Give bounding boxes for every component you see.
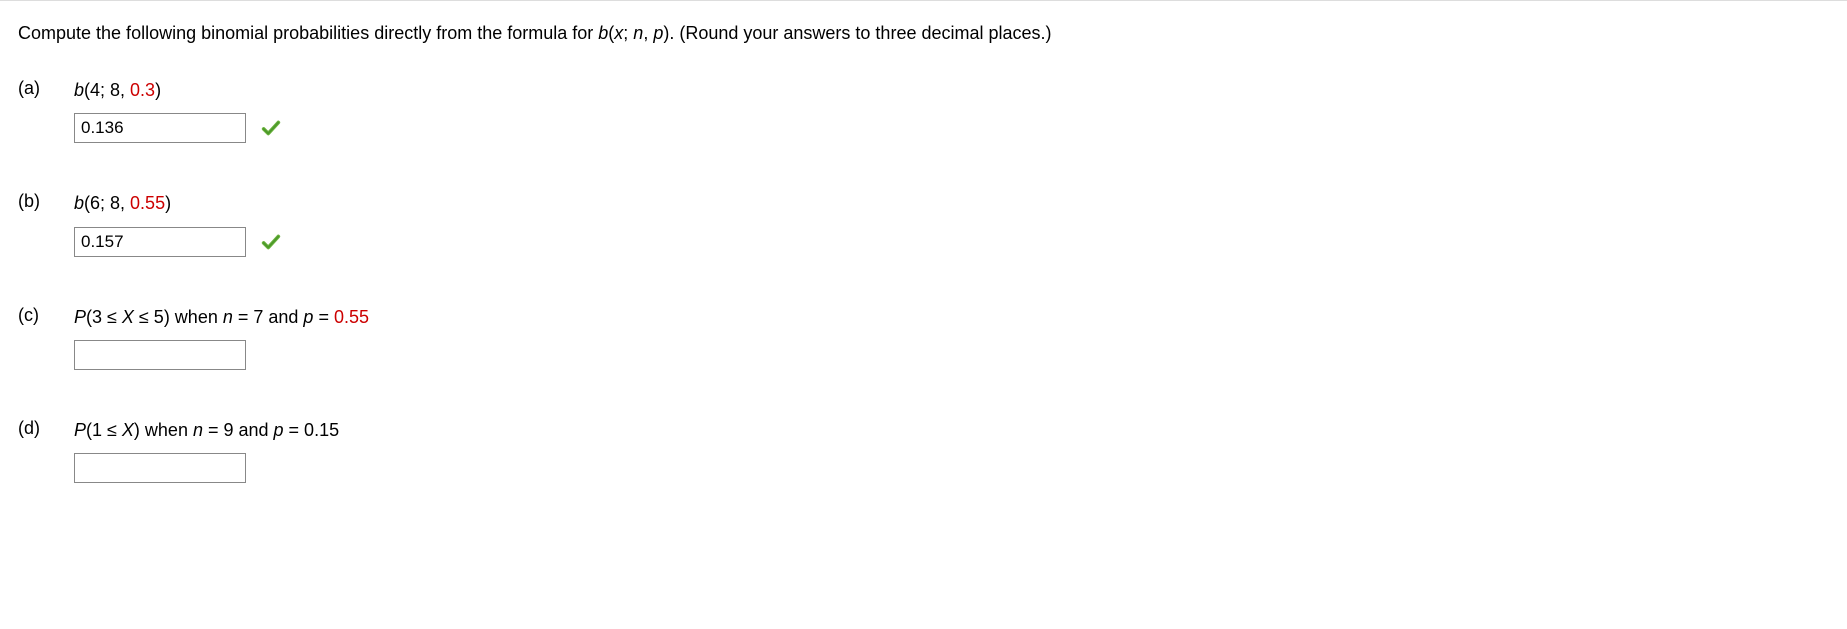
c-open: (3 ≤ (86, 307, 122, 327)
part-b-answer-input[interactable] (74, 227, 246, 257)
c-P: P (74, 307, 86, 327)
c-eq1: = 7 and (233, 307, 304, 327)
c-pval: 0.55 (334, 307, 369, 327)
a-b: b (74, 80, 84, 100)
instr-pre: Compute the following binomial probabili… (18, 23, 598, 43)
part-a-expression: b(4; 8, 0.3) (74, 78, 161, 103)
a-close: ) (155, 80, 161, 100)
instr-sep1: ; (623, 23, 633, 43)
c-p: p (303, 307, 313, 327)
d-p: p (274, 420, 284, 440)
part-d-expression: P(1 ≤ X) when n = 9 and p = 0.15 (74, 418, 339, 443)
b-pval: 0.55 (130, 193, 165, 213)
a-open: (4; 8, (84, 80, 130, 100)
instr-close: ). (Round your answers to three decimal … (663, 23, 1051, 43)
instr-p: p (653, 23, 663, 43)
c-n: n (223, 307, 233, 327)
part-a: (a) b(4; 8, 0.3) (18, 78, 1829, 143)
d-P: P (74, 420, 86, 440)
c-X: X (122, 307, 134, 327)
d-n: n (193, 420, 203, 440)
part-c-answer-input[interactable] (74, 340, 246, 370)
instr-b: b (598, 23, 608, 43)
b-open: (6; 8, (84, 193, 130, 213)
instructions: Compute the following binomial probabili… (18, 21, 1829, 46)
part-d: (d) P(1 ≤ X) when n = 9 and p = 0.15 (18, 418, 1829, 483)
part-a-label: (a) (18, 78, 74, 99)
d-eq2: = 0.15 (284, 420, 340, 440)
part-b-expression: b(6; 8, 0.55) (74, 191, 171, 216)
d-eq1: = 9 and (203, 420, 274, 440)
part-c: (c) P(3 ≤ X ≤ 5) when n = 7 and p = 0.55 (18, 305, 1829, 370)
part-c-label: (c) (18, 305, 74, 326)
b-b: b (74, 193, 84, 213)
check-icon (260, 231, 282, 253)
d-open: (1 ≤ (86, 420, 122, 440)
part-d-label: (d) (18, 418, 74, 439)
c-eq2: = (313, 307, 334, 327)
b-close: ) (165, 193, 171, 213)
d-X: X (122, 420, 134, 440)
check-icon (260, 117, 282, 139)
question-page: Compute the following binomial probabili… (0, 0, 1847, 629)
instr-n: n (633, 23, 643, 43)
part-b: (b) b(6; 8, 0.55) (18, 191, 1829, 256)
instr-x: x (614, 23, 623, 43)
part-d-answer-input[interactable] (74, 453, 246, 483)
part-a-answer-input[interactable] (74, 113, 246, 143)
c-mid: ≤ 5) when (134, 307, 223, 327)
instr-sep2: , (643, 23, 653, 43)
a-pval: 0.3 (130, 80, 155, 100)
d-mid: ) when (134, 420, 193, 440)
part-c-expression: P(3 ≤ X ≤ 5) when n = 7 and p = 0.55 (74, 305, 369, 330)
part-b-label: (b) (18, 191, 74, 212)
